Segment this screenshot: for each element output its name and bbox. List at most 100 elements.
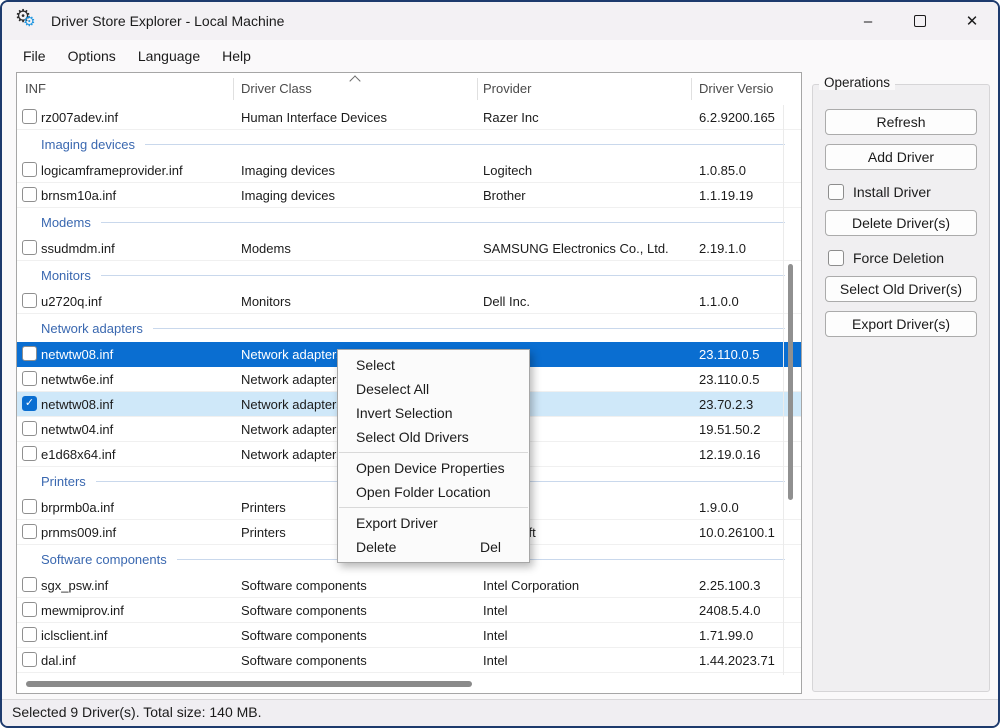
- cell-provider: Intel: [483, 628, 508, 643]
- add-driver-button[interactable]: Add Driver: [825, 144, 977, 170]
- row-checkbox[interactable]: [22, 652, 37, 667]
- menu-options[interactable]: Options: [57, 44, 127, 68]
- install-driver-checkbox[interactable]: Install Driver: [828, 182, 989, 202]
- cell-driver-version: 12.19.0.16: [699, 447, 761, 462]
- install-driver-checkbox-label: Install Driver: [853, 184, 931, 200]
- context-menu-item-deselect-all[interactable]: Deselect All: [338, 377, 529, 401]
- driver-row[interactable]: mewmiprov.inf Software components Intel 240…: [17, 598, 801, 623]
- status-bar: Selected 9 Driver(s). Total size: 140 MB…: [2, 699, 998, 726]
- row-checkbox[interactable]: [22, 346, 37, 361]
- cell-inf: netwtw08.inf: [41, 397, 114, 412]
- sort-ascending-icon: [349, 75, 361, 87]
- window-controls: – ✕: [842, 2, 998, 40]
- cell-driver-version: 2.25.100.3: [699, 578, 761, 593]
- close-icon: ✕: [965, 13, 979, 30]
- row-checkbox[interactable]: [22, 240, 37, 255]
- row-checkbox[interactable]: [22, 627, 37, 642]
- delete-driver-s-button[interactable]: Delete Driver(s): [825, 210, 977, 236]
- column-divider: [691, 78, 692, 100]
- context-menu-item-select[interactable]: Select: [338, 353, 529, 377]
- row-checkbox[interactable]: [22, 446, 37, 461]
- cell-driver-class: Monitors: [241, 294, 291, 309]
- context-menu-item-select-old-drivers[interactable]: Select Old Drivers: [338, 425, 529, 449]
- group-header[interactable]: Monitors: [17, 261, 801, 289]
- group-header[interactable]: Network adapters: [17, 314, 801, 342]
- context-menu-item-export-driver[interactable]: Export Driver: [338, 511, 529, 535]
- context-menu-item-label: Export Driver: [356, 515, 438, 531]
- cell-inf: iclsclient.inf: [41, 628, 108, 643]
- cell-driver-version: 2.19.1.0: [699, 241, 746, 256]
- select-old-driver-s-button[interactable]: Select Old Driver(s): [825, 276, 977, 302]
- driver-row[interactable]: dal.inf Software components Intel 1.44.2023…: [17, 648, 801, 673]
- driver-row[interactable]: iclsclient.inf Software components Intel 1.…: [17, 623, 801, 648]
- minimize-icon: –: [863, 12, 873, 30]
- context-menu: Select Deselect All Invert Selection Select…: [337, 349, 530, 563]
- row-checkbox[interactable]: [22, 577, 37, 592]
- window-title: Driver Store Explorer - Local Machine: [51, 13, 285, 29]
- group-header[interactable]: Imaging devices: [17, 130, 801, 158]
- cell-driver-class: Imaging devices: [241, 163, 335, 178]
- row-checkbox[interactable]: ✓: [22, 396, 37, 411]
- refresh-button[interactable]: Refresh: [825, 109, 977, 135]
- row-checkbox[interactable]: [22, 371, 37, 386]
- context-menu-item-delete[interactable]: Delete Del: [338, 535, 529, 559]
- cell-driver-version: 1.44.2023.71: [699, 653, 775, 668]
- export-driver-s-button[interactable]: Export Driver(s): [825, 311, 977, 337]
- group-header-label: Monitors: [41, 267, 91, 283]
- row-checkbox[interactable]: [22, 187, 37, 202]
- cell-driver-version: 23.70.2.3: [699, 397, 754, 412]
- context-menu-item-label: Select: [356, 357, 395, 373]
- group-header[interactable]: Modems: [17, 208, 801, 236]
- menu-help[interactable]: Help: [211, 44, 262, 68]
- driver-row[interactable]: ssudmdm.inf Modems SAMSUNG Electronics Co.…: [17, 236, 801, 261]
- column-header-inf[interactable]: INF: [25, 81, 46, 96]
- driver-row[interactable]: brnsm10a.inf Imaging devices Brother 1.1.19…: [17, 183, 801, 208]
- cell-provider: Intel Corporation: [483, 578, 580, 593]
- maximize-button[interactable]: [894, 2, 946, 40]
- row-checkbox[interactable]: [22, 293, 37, 308]
- row-checkbox[interactable]: [22, 524, 37, 539]
- context-menu-item-label: Delete: [356, 539, 397, 555]
- cell-driver-version: 1.71.99.0: [699, 628, 754, 643]
- grid-header: INF Driver Class Provider Driver Versio: [17, 73, 801, 106]
- driver-row[interactable]: rz007adev.inf Human Interface Devices Raze…: [17, 105, 801, 130]
- minimize-button[interactable]: –: [842, 2, 894, 40]
- cell-driver-version: 1.9.0.0: [699, 500, 739, 515]
- cell-provider: Intel: [483, 603, 508, 618]
- driver-row[interactable]: u2720q.inf Monitors Dell Inc. 1.1.0.0: [17, 289, 801, 314]
- install-driver-checkbox-box[interactable]: [828, 184, 844, 200]
- vertical-scrollbar-thumb[interactable]: [788, 264, 793, 500]
- cell-driver-version: 19.51.50.2: [699, 422, 761, 437]
- context-menu-item-open-folder-location[interactable]: Open Folder Location: [338, 480, 529, 504]
- cell-inf: rz007adev.inf: [41, 110, 119, 125]
- menu-file[interactable]: File: [12, 44, 57, 68]
- column-header-provider[interactable]: Provider: [483, 81, 531, 96]
- horizontal-scrollbar-thumb[interactable]: [26, 681, 472, 687]
- force-deletion-checkbox[interactable]: Force Deletion: [828, 248, 989, 268]
- app-window: ⚙ ⚙ Driver Store Explorer - Local Machin…: [0, 0, 1000, 728]
- column-header-driver-class[interactable]: Driver Class: [241, 81, 312, 96]
- cell-inf: logicamframeprovider.inf: [41, 163, 183, 178]
- menu-language[interactable]: Language: [127, 44, 211, 68]
- cell-inf: netwtw08.inf: [41, 347, 114, 362]
- force-deletion-checkbox-box[interactable]: [828, 250, 844, 266]
- driver-row[interactable]: logicamframeprovider.inf Imaging devices L…: [17, 158, 801, 183]
- column-header-driver-version[interactable]: Driver Versio: [699, 81, 773, 96]
- driver-row[interactable]: sgx_psw.inf Software components Intel Corp…: [17, 573, 801, 598]
- gear-blue-icon: ⚙: [23, 13, 36, 29]
- context-menu-shortcut: Del: [479, 539, 501, 555]
- cell-driver-class: Software components: [241, 603, 367, 618]
- context-menu-item-open-device-properties[interactable]: Open Device Properties: [338, 456, 529, 480]
- row-checkbox[interactable]: [22, 162, 37, 177]
- close-button[interactable]: ✕: [946, 2, 998, 40]
- row-checkbox[interactable]: [22, 421, 37, 436]
- app-gears-icon: ⚙ ⚙: [15, 6, 40, 33]
- cell-inf: brprmb0a.inf: [41, 500, 114, 515]
- row-checkbox[interactable]: [22, 499, 37, 514]
- group-header-line: [144, 143, 785, 145]
- row-checkbox[interactable]: [22, 109, 37, 124]
- operations-panel-title: Operations: [819, 75, 896, 90]
- row-checkbox[interactable]: [22, 602, 37, 617]
- context-menu-item-invert-selection[interactable]: Invert Selection: [338, 401, 529, 425]
- cell-provider: Logitech: [483, 163, 533, 178]
